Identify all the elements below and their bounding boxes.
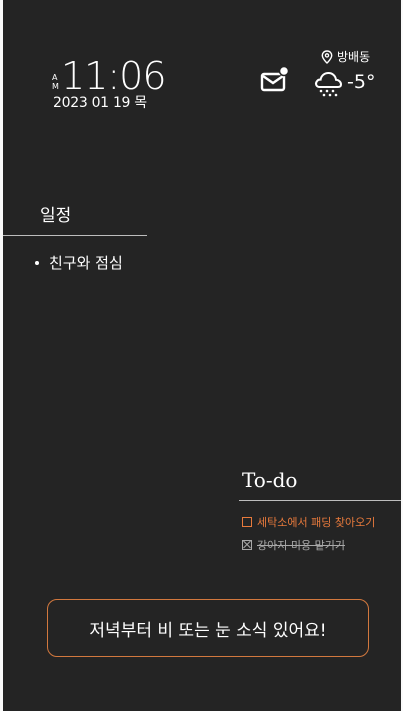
am-pm-indicator: A M (52, 73, 59, 91)
home-screen: A M 11:06 2023 01 19 목 방배동 -5° 일정 친구와 점심… (3, 0, 401, 711)
schedule-item[interactable]: 친구와 점심 (35, 252, 123, 273)
pm-letter: M (52, 82, 59, 91)
mail-badge-icon[interactable] (260, 66, 290, 94)
todo-title: To-do (242, 468, 298, 492)
schedule-divider (3, 235, 147, 236)
todo-item[interactable]: 세탁소에서 패딩 찾아오기 (242, 514, 375, 530)
temperature: -5° (347, 71, 376, 93)
clock-time: 11:06 (61, 54, 167, 98)
unchecked-box-icon[interactable] (242, 517, 252, 527)
todo-divider (239, 500, 401, 501)
snow-cloud-icon[interactable] (312, 67, 344, 99)
todo-item-label: 세탁소에서 패딩 찾아오기 (257, 516, 376, 529)
location-pin-icon (321, 49, 333, 64)
bullet-icon (35, 260, 39, 265)
schedule-item-label: 친구와 점심 (49, 254, 123, 272)
checked-box-icon[interactable] (242, 540, 252, 550)
weather-alert-banner[interactable]: 저녁부터 비 또는 눈 소식 있어요! (47, 599, 369, 657)
todo-item-label: 강아지 미용 맡기기 (257, 539, 345, 552)
am-letter: A (52, 73, 58, 82)
location-label[interactable]: 방배동 (321, 48, 370, 65)
todo-item[interactable]: 강아지 미용 맡기기 (242, 537, 345, 553)
banner-message: 저녁부터 비 또는 눈 소식 있어요! (89, 620, 327, 641)
location-name: 방배동 (337, 50, 371, 64)
schedule-title: 일정 (40, 206, 72, 226)
clock-date: 2023 01 19 목 (53, 95, 147, 111)
